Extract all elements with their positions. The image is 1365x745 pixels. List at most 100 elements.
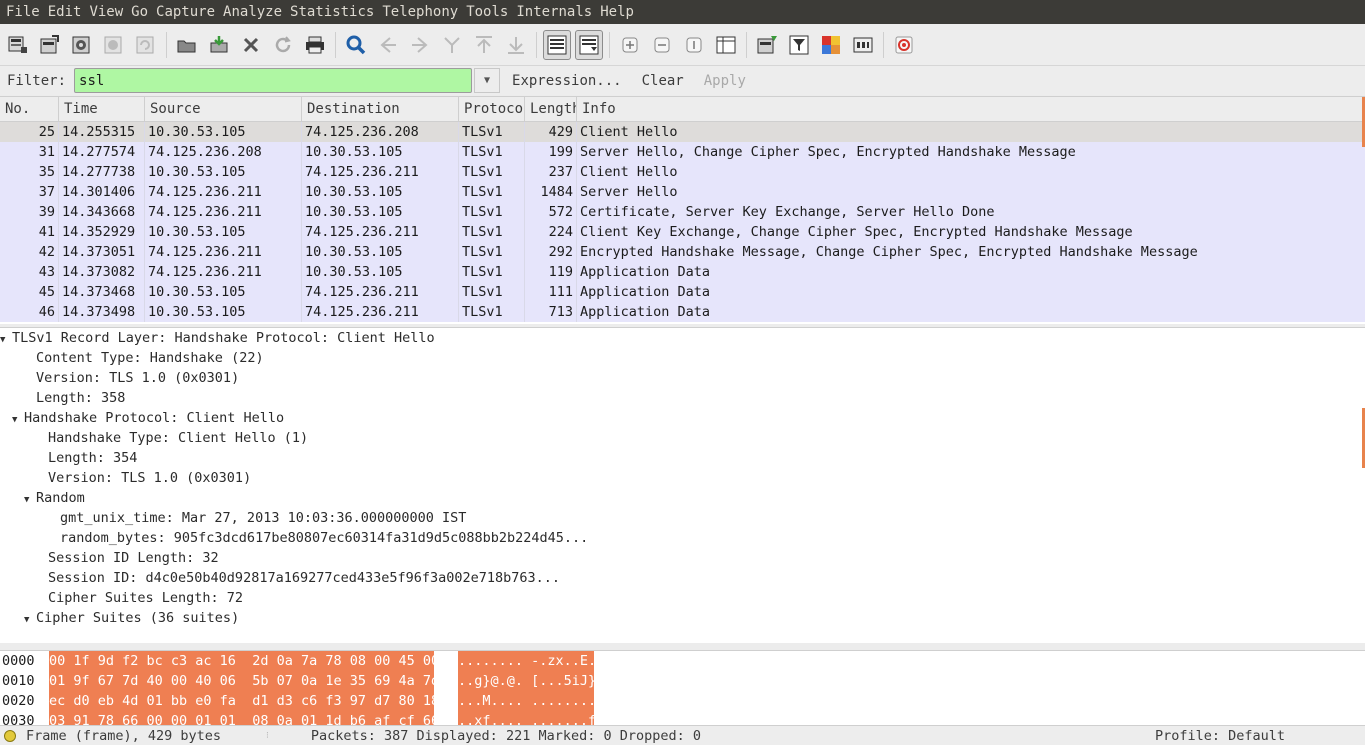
table-row[interactable]: 42 14.373051 74.125.236.211 10.30.53.105 TLS… (0, 242, 1365, 262)
restart-capture-icon[interactable] (132, 30, 160, 60)
table-row[interactable]: 25 14.255315 10.30.53.105 74.125.236.208 TLS… (0, 122, 1365, 142)
expander-triangle-icon[interactable]: ▼ (0, 330, 10, 350)
tree-item[interactable]: Session ID: d4c0e50b40d92817a169277ced43… (0, 568, 1365, 588)
status-profile[interactable]: Profile: Default (1155, 728, 1285, 744)
column-header-time[interactable]: Time (59, 97, 145, 122)
tree-item[interactable]: ▼ Random (0, 488, 1365, 508)
menu-internals[interactable]: Internals (516, 4, 598, 20)
menu-view[interactable]: View (89, 4, 129, 20)
coloring-rules-icon[interactable] (817, 30, 845, 60)
colorize-icon[interactable] (543, 29, 571, 60)
save-file-icon[interactable] (205, 30, 233, 60)
tree-item[interactable]: Version: TLS 1.0 (0x0301) (0, 368, 1365, 388)
auto-scroll-icon[interactable] (575, 29, 603, 60)
help-icon[interactable] (890, 30, 918, 60)
cell-no: 31 (0, 142, 59, 162)
menu-tools[interactable]: Tools (466, 4, 514, 20)
expander-triangle-icon[interactable]: ▼ (12, 410, 22, 430)
hex-row[interactable]: 0020 ec d0 eb 4d 01 bb e0 fa d1 d3 c6 f3 … (0, 691, 1365, 711)
filter-field[interactable] (74, 68, 473, 93)
zoom-in-icon[interactable] (616, 30, 644, 60)
cell-length: 237 (525, 162, 577, 182)
column-header-source[interactable]: Source (145, 97, 302, 122)
zoom-out-icon[interactable] (648, 30, 676, 60)
toolbar-separator (746, 31, 747, 58)
expression-button[interactable]: Expression... (512, 73, 622, 89)
expander-triangle-icon[interactable]: ▼ (24, 610, 34, 630)
menu-statistics[interactable]: Statistics (290, 4, 380, 20)
column-header-info[interactable]: Info (577, 97, 1365, 122)
table-row[interactable]: 45 14.373468 10.30.53.105 74.125.236.211 TLS… (0, 282, 1365, 302)
hex-row[interactable]: 0010 01 9f 67 7d 40 00 40 06 5b 07 0a 1e … (0, 671, 1365, 691)
table-row[interactable]: 31 14.277574 74.125.236.208 10.30.53.105 TLS… (0, 142, 1365, 162)
expander-triangle-icon[interactable]: ▼ (24, 490, 34, 510)
tree-item[interactable]: Length: 354 (0, 448, 1365, 468)
table-row[interactable]: 41 14.352929 10.30.53.105 74.125.236.211 TLS… (0, 222, 1365, 242)
status-frame-info: Frame (frame), 429 bytes (26, 727, 222, 744)
go-last-icon[interactable] (502, 30, 530, 60)
capture-options-icon[interactable] (36, 30, 64, 60)
menu-file[interactable]: File (6, 4, 46, 20)
hex-row[interactable]: 0000 00 1f 9d f2 bc c3 ac 16 2d 0a 7a 78 … (0, 651, 1365, 671)
resize-columns-icon[interactable] (712, 30, 740, 60)
packet-list[interactable]: No. Time Source Destination Protocol Len… (0, 96, 1365, 324)
go-back-icon[interactable] (374, 30, 402, 60)
close-file-icon[interactable] (237, 30, 265, 60)
menu-telephony[interactable]: Telephony (382, 4, 464, 20)
status-divider[interactable]: ⁝ (266, 731, 269, 741)
column-header-no[interactable]: No. (0, 97, 59, 122)
normal-size-icon[interactable] (680, 30, 708, 60)
hex-offset: 0020 (2, 693, 35, 709)
chevron-down-icon[interactable]: ▼ (474, 68, 501, 93)
tree-item[interactable]: ▼ Handshake Protocol: Client Hello (0, 408, 1365, 428)
column-header-length[interactable]: Length (525, 97, 577, 122)
ascii-bytes: ...M.... ........ (458, 691, 597, 711)
capture-filters-icon[interactable] (753, 30, 781, 60)
print-icon[interactable] (301, 30, 329, 60)
table-row[interactable]: 39 14.343668 74.125.236.211 10.30.53.105 TLS… (0, 202, 1365, 222)
expert-info-icon[interactable] (4, 729, 16, 742)
hex-bytes: 01 9f 67 7d 40 00 40 06 5b 07 0a 1e 35 6… (49, 671, 440, 691)
tree-item[interactable]: Length: 358 (0, 388, 1365, 408)
filter-input[interactable] (75, 69, 472, 92)
packet-details-tree[interactable]: ▼ TLSv1 Record Layer: Handshake Protocol:… (0, 327, 1365, 643)
reload-icon[interactable] (269, 30, 297, 60)
cell-info: Application Data (580, 264, 711, 280)
table-row[interactable]: 37 14.301406 74.125.236.211 10.30.53.105 TLS… (0, 182, 1365, 202)
packet-bytes-pane[interactable]: 0000 00 1f 9d f2 bc c3 ac 16 2d 0a 7a 78 … (0, 650, 1365, 725)
tree-item[interactable]: Session ID Length: 32 (0, 548, 1365, 568)
tree-item[interactable]: Cipher Suites Length: 72 (0, 588, 1365, 608)
tree-item[interactable]: Version: TLS 1.0 (0x0301) (0, 468, 1365, 488)
table-row[interactable]: 43 14.373082 74.125.236.211 10.30.53.105 TLS… (0, 262, 1365, 282)
apply-button[interactable]: Apply (704, 73, 746, 89)
menu-capture[interactable]: Capture (156, 4, 221, 20)
tree-item[interactable]: ▼ Cipher Suites (36 suites) (0, 608, 1365, 628)
table-row[interactable]: 35 14.277738 10.30.53.105 74.125.236.211 TLS… (0, 162, 1365, 182)
tree-item[interactable]: gmt_unix_time: Mar 27, 2013 10:03:36.000… (0, 508, 1365, 528)
cell-no: 46 (0, 302, 59, 322)
menu-edit[interactable]: Edit (48, 4, 88, 20)
column-header-protocol[interactable]: Protocol (459, 97, 525, 122)
menu-analyze[interactable]: Analyze (223, 4, 288, 20)
interface-list-icon[interactable] (4, 30, 32, 60)
tree-item[interactable]: Content Type: Handshake (22) (0, 348, 1365, 368)
clear-button[interactable]: Clear (642, 73, 684, 89)
menu-help[interactable]: Help (600, 4, 640, 20)
open-file-icon[interactable] (173, 30, 201, 60)
column-header-destination[interactable]: Destination (302, 97, 459, 122)
preferences-icon[interactable] (849, 30, 877, 60)
cell-protocol: TLSv1 (459, 242, 525, 262)
start-capture-icon[interactable] (68, 30, 96, 60)
tree-item[interactable]: random_bytes: 905fc3dcd617be80807ec60314… (0, 528, 1365, 548)
find-packet-icon[interactable] (342, 30, 370, 60)
tree-item[interactable]: ▼ TLSv1 Record Layer: Handshake Protocol:… (0, 328, 1365, 348)
table-row[interactable]: 46 14.373498 10.30.53.105 74.125.236.211 TLS… (0, 302, 1365, 322)
display-filters-icon[interactable] (785, 30, 813, 60)
hex-row[interactable]: 0030 03 91 78 66 00 00 01 01 08 0a 01 1d … (0, 711, 1365, 725)
tree-item[interactable]: Handshake Type: Client Hello (1) (0, 428, 1365, 448)
go-to-packet-icon[interactable] (438, 30, 466, 60)
stop-capture-icon[interactable] (100, 30, 128, 60)
go-first-icon[interactable] (470, 30, 498, 60)
go-forward-icon[interactable] (406, 30, 434, 60)
menu-go[interactable]: Go (131, 4, 154, 20)
